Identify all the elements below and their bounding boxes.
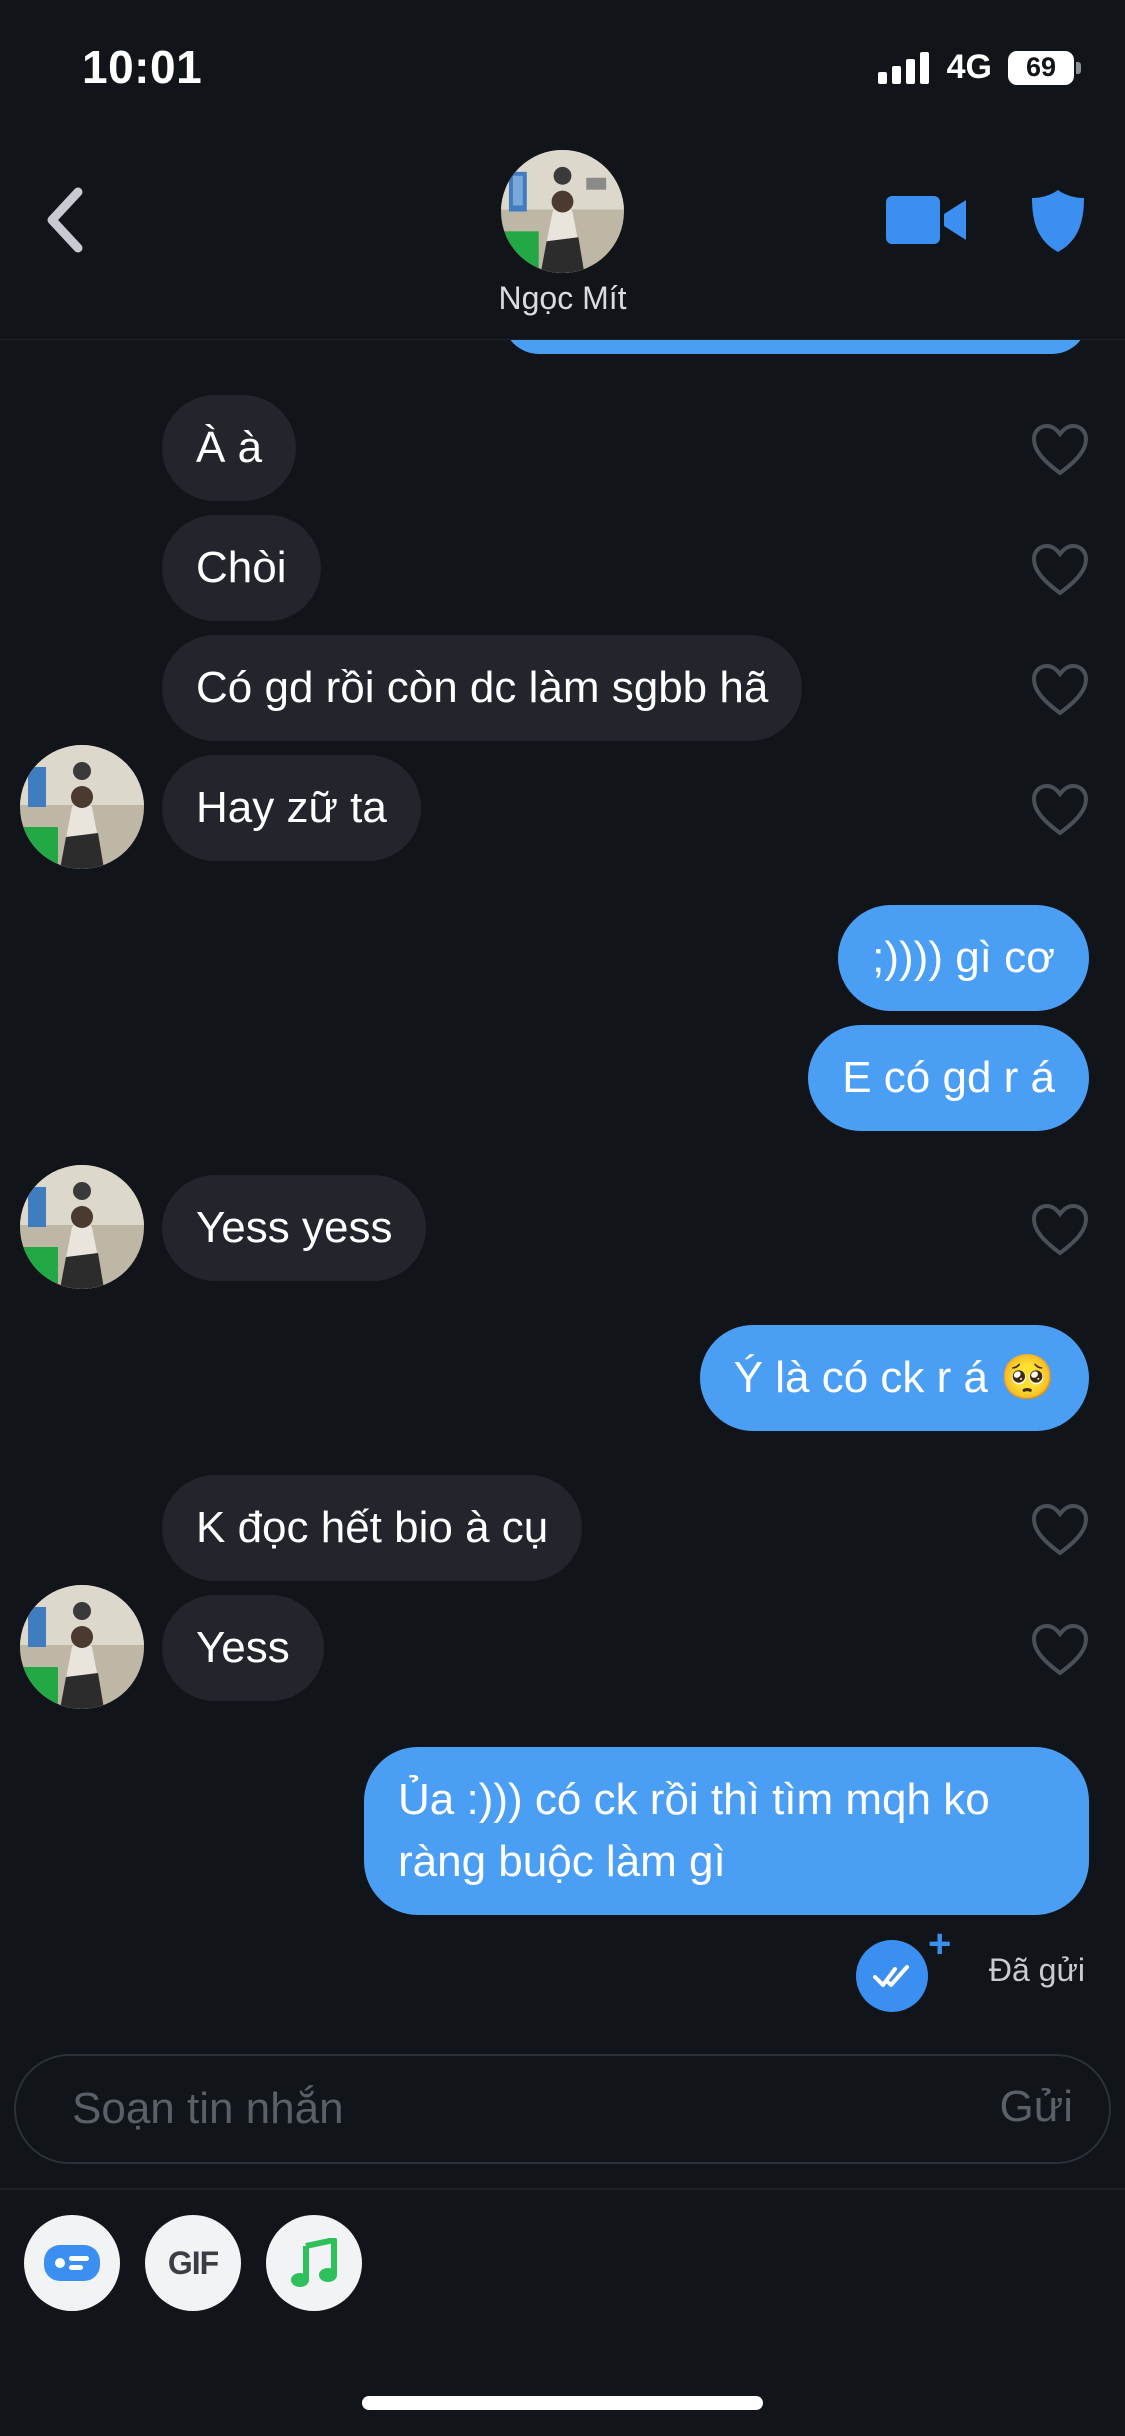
contact-avatar-small[interactable] [20, 1165, 144, 1289]
battery-icon: 69 [1008, 50, 1081, 85]
heart-icon[interactable] [1031, 663, 1089, 717]
message-composer: Gửi [14, 2054, 1111, 2164]
delivery-status: Đã gửi [988, 1952, 1085, 1988]
card-icon [44, 2245, 100, 2281]
message-outgoing[interactable]: Ủa :))) có ck rồi thì tìm mqh ko ràng bu… [364, 1747, 1089, 1915]
gif-button[interactable]: GIF [145, 2215, 241, 2311]
contact-name[interactable]: Ngọc Mít [0, 280, 1125, 317]
message-text: Yess yess [162, 1175, 427, 1281]
battery-level: 69 [1008, 50, 1074, 85]
heart-icon[interactable] [1031, 543, 1089, 597]
contact-avatar-small[interactable] [20, 745, 144, 869]
music-note-icon [291, 2238, 337, 2287]
message-text: Có gd rồi còn dc làm sgbb hã [162, 635, 803, 741]
read-receipt[interactable]: + [856, 1922, 951, 2012]
card-button[interactable] [24, 2215, 120, 2311]
message-list: À à Chòi Có gd rồi còn dc làm sgbb hã Ha… [0, 340, 1125, 2010]
network-type: 4G [946, 48, 992, 86]
heart-icon[interactable] [1031, 423, 1089, 477]
contact-avatar[interactable] [501, 150, 624, 273]
message-text: K đọc hết bio à cụ [162, 1475, 583, 1581]
message-incoming[interactable]: Có gd rồi còn dc làm sgbb hã [162, 635, 803, 741]
message-incoming[interactable]: Hay zữ ta [162, 755, 421, 861]
message-text: Yess [162, 1595, 324, 1701]
music-button[interactable] [266, 2215, 362, 2311]
status-time: 10:01 [82, 41, 203, 93]
message-outgoing[interactable]: Ý là có ck r á 🥺 [699, 1325, 1089, 1431]
status-bar: 10:01 4G 69 [0, 0, 1125, 130]
message-incoming[interactable]: Chòi [162, 515, 321, 621]
message-text: Hay zữ ta [162, 755, 421, 861]
message-outgoing[interactable]: E có gd r á [808, 1025, 1089, 1131]
contact-avatar-small[interactable] [20, 1585, 144, 1709]
message-outgoing[interactable]: ;)))) gì cơ [838, 905, 1089, 1011]
shield-icon[interactable] [1030, 188, 1086, 254]
gif-icon: GIF [167, 2244, 219, 2281]
heart-icon[interactable] [1031, 783, 1089, 837]
heart-icon[interactable] [1031, 1623, 1089, 1677]
heart-icon[interactable] [1031, 1503, 1089, 1557]
message-text: E có gd r á [808, 1025, 1089, 1131]
message-input[interactable] [72, 2056, 892, 2162]
home-indicator[interactable] [362, 2396, 763, 2410]
heart-icon[interactable] [1031, 1203, 1089, 1257]
message-text: Ủa :))) có ck rồi thì tìm mqh ko ràng bu… [364, 1747, 1089, 1915]
back-chevron-icon[interactable] [38, 180, 98, 260]
signal-icon [877, 51, 929, 84]
chat-header: Ngọc Mít [0, 130, 1125, 340]
send-button[interactable]: Gửi [1000, 2082, 1073, 2132]
message-incoming[interactable]: Yess [162, 1595, 324, 1701]
message-incoming[interactable]: K đọc hết bio à cụ [162, 1475, 583, 1581]
status-icons: 4G 69 [877, 48, 1081, 87]
video-call-icon[interactable] [886, 192, 968, 248]
plus-icon: + [928, 1922, 952, 1966]
divider [0, 2188, 1125, 2190]
message-text: À à [162, 395, 297, 501]
message-text: ;)))) gì cơ [838, 905, 1089, 1011]
attachment-toolbar: GIF [24, 2215, 362, 2311]
message-text: Ý là có ck r á 🥺 [699, 1325, 1089, 1431]
double-check-icon [856, 1940, 928, 2012]
message-text: Chòi [162, 515, 321, 621]
message-incoming[interactable]: Yess yess [162, 1175, 427, 1281]
message-incoming[interactable]: À à [162, 395, 297, 501]
